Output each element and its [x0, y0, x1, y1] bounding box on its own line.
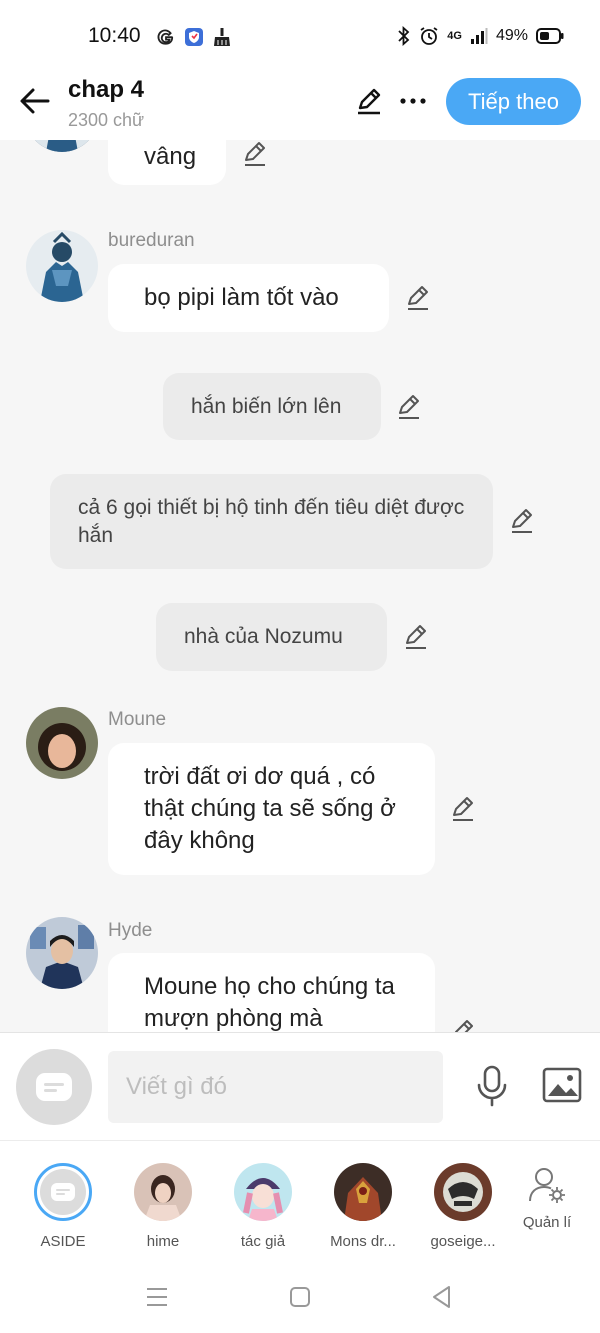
bluetooth-icon [398, 26, 410, 46]
page-title: chap 4 [68, 76, 145, 103]
status-right-icons: 4G 49% [397, 26, 564, 46]
status-bar: 10:40 4G 49% [0, 0, 600, 70]
alarm-icon [420, 27, 438, 45]
avatar [434, 1163, 492, 1221]
message-bubble[interactable]: bọ pipi làm tốt vào [108, 264, 389, 332]
narration-bubble[interactable]: hắn biến lớn lên [163, 373, 381, 440]
avatar [234, 1163, 292, 1221]
narration-text: cả 6 gọi thiết bị hộ tinh đến tiêu diệt … [78, 495, 465, 547]
narration-text: nhà của Nozumu [184, 625, 343, 648]
chat-bubble-icon [36, 1073, 72, 1101]
narration-bubble[interactable]: cả 6 gọi thiết bị hộ tinh đến tiêu diệt … [50, 474, 493, 569]
user-settings-icon [529, 1168, 565, 1203]
message-bubble[interactable]: trời đất ơi dơ quá , có thật chúng ta sẽ… [108, 743, 435, 875]
sender-name: Moune [108, 709, 167, 730]
character-name: hime [146, 1233, 180, 1250]
status-app-icons [156, 27, 232, 47]
chat-area[interactable]: vâng bureduran bọ pipi làm tốt vào hắn b… [0, 140, 600, 1032]
message-text: vâng [144, 142, 197, 170]
microphone-icon[interactable] [474, 1065, 510, 1107]
edit-message-icon[interactable] [402, 623, 430, 651]
character-name: ASIDE [40, 1233, 86, 1250]
edit-message-icon[interactable] [449, 795, 477, 823]
status-time: 10:40 [88, 24, 141, 47]
message-bubble[interactable]: Moune họ cho chúng ta mượn phòng mà [108, 953, 435, 1032]
avatar[interactable] [26, 917, 98, 989]
character-bar: ASIDE hime tác giả Mons dr... goseige...… [0, 1140, 600, 1264]
edit-message-icon[interactable] [508, 507, 536, 535]
avatar[interactable] [26, 140, 98, 152]
character-author[interactable]: tác giả [213, 1163, 313, 1250]
chat-bubble-icon [51, 1183, 75, 1201]
aside-toggle-button[interactable] [16, 1049, 92, 1125]
next-chapter-button[interactable]: Tiếp theo [446, 78, 581, 125]
more-options-icon[interactable] [398, 86, 428, 116]
network-type: 4G [447, 30, 462, 42]
manage-characters-button[interactable]: Quản lí [497, 1165, 597, 1231]
character-name: Mons dr... [330, 1233, 396, 1250]
home-icon[interactable] [287, 1284, 313, 1310]
character-name: tác giả [240, 1233, 286, 1250]
google-icon [156, 27, 176, 47]
sender-name: Hyde [108, 920, 153, 941]
battery-icon [536, 28, 564, 44]
signal-icon [470, 28, 488, 44]
character-aside[interactable]: ASIDE [13, 1163, 113, 1250]
battery-percent: 49% [495, 27, 528, 44]
system-navigation-bar [0, 1264, 600, 1333]
shield-app-icon [184, 27, 204, 47]
menu-icon[interactable] [144, 1284, 170, 1310]
image-icon[interactable] [542, 1067, 582, 1103]
aside-avatar [34, 1163, 92, 1221]
manage-label: Quản lí [522, 1214, 572, 1231]
avatar[interactable] [26, 707, 98, 779]
message-composer [0, 1032, 600, 1140]
message-text: Moune họ cho chúng ta mượn phòng mà [144, 973, 395, 1032]
narration-bubble[interactable]: nhà của Nozumu [156, 603, 387, 671]
avatar[interactable] [26, 230, 98, 302]
back-icon[interactable] [429, 1284, 455, 1310]
message-input[interactable] [108, 1051, 443, 1123]
message-text: bọ pipi làm tốt vào [144, 284, 339, 311]
sender-name: bureduran [108, 230, 195, 251]
word-count: 2300 chữ [68, 110, 145, 130]
avatar [334, 1163, 392, 1221]
edit-message-icon[interactable] [449, 1018, 477, 1032]
avatar [134, 1163, 192, 1221]
edit-message-icon[interactable] [241, 140, 269, 168]
back-arrow-icon[interactable] [18, 84, 52, 118]
narration-text: hắn biến lớn lên [191, 394, 342, 418]
message-bubble[interactable]: vâng [108, 140, 226, 185]
character-mons[interactable]: Mons dr... [313, 1163, 413, 1250]
edit-message-icon[interactable] [395, 393, 423, 421]
app-header: chap 4 2300 chữ Tiếp theo [0, 70, 600, 140]
character-hime[interactable]: hime [113, 1163, 213, 1250]
edit-message-icon[interactable] [404, 284, 432, 312]
message-text: trời đất ơi dơ quá , có thật chúng ta sẽ… [144, 763, 396, 854]
character-name: goseige... [430, 1233, 496, 1250]
edit-pencil-icon[interactable] [354, 86, 384, 116]
broom-icon [212, 27, 232, 47]
